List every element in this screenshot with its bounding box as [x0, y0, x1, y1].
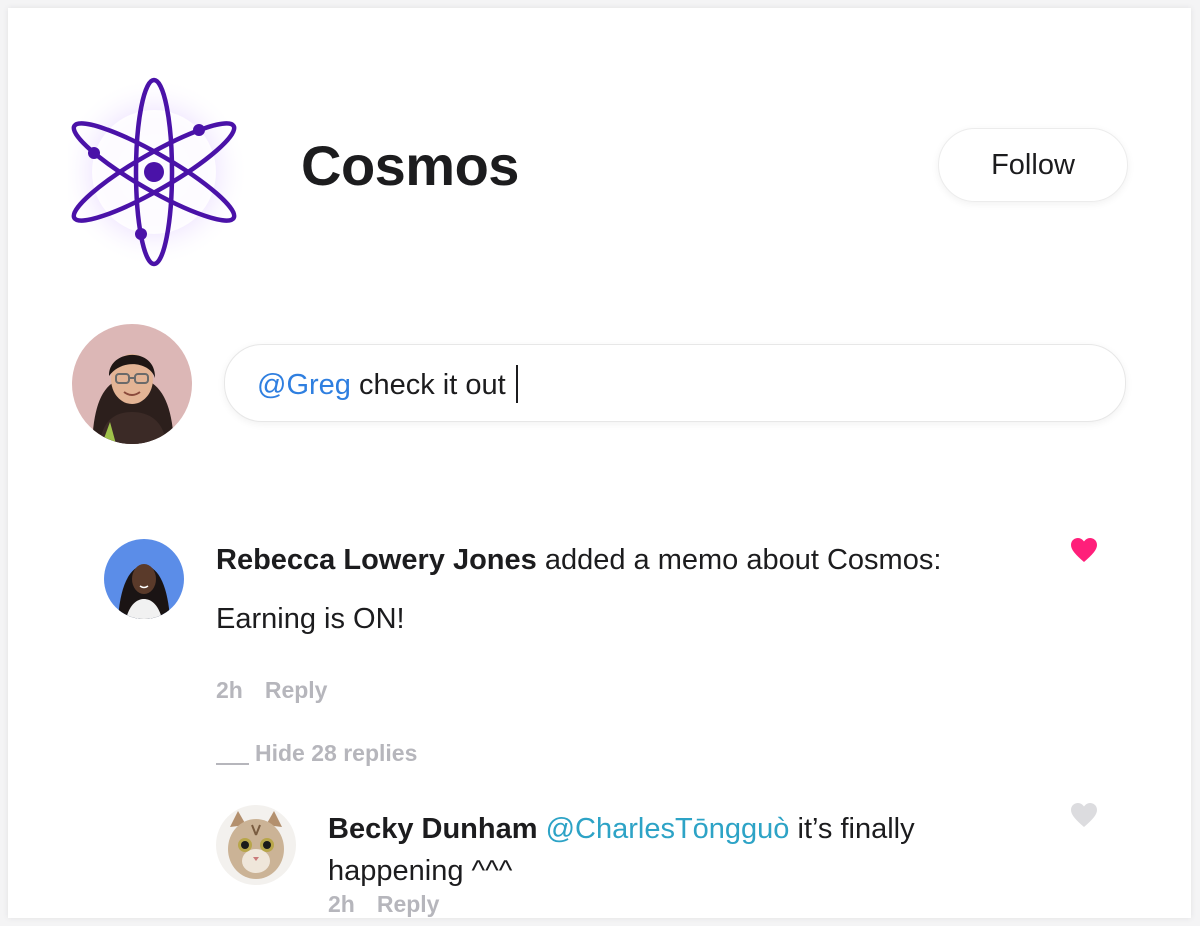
comment-input-text[interactable]: @Greg check it out: [257, 365, 518, 403]
comment-author-name[interactable]: Rebecca Lowery Jones: [216, 544, 537, 576]
heart-icon[interactable]: [1070, 802, 1098, 828]
comment-time: 2h: [216, 677, 243, 703]
reply-time: 2h: [328, 891, 355, 917]
comment-draft-text: check it out: [350, 369, 506, 401]
comment-meta: 2h Reply: [216, 677, 349, 704]
follow-button[interactable]: Follow: [938, 128, 1128, 202]
heart-icon[interactable]: [1070, 537, 1098, 563]
reply-author-name[interactable]: Becky Dunham: [328, 813, 538, 845]
post-card: Cosmos Follow @Greg check it out Rebecca…: [8, 8, 1191, 918]
reply-text: Becky Dunham @CharlesTōngguò it’s finall…: [328, 808, 1028, 892]
page-title: Cosmos: [301, 134, 519, 197]
comment-body: Earning is ON!: [216, 603, 405, 635]
reply-text-line2: happening ^^^: [328, 855, 513, 887]
comment-author-avatar[interactable]: [104, 539, 184, 619]
current-user-avatar: [72, 324, 192, 444]
reply-author-avatar[interactable]: [216, 805, 296, 885]
atom-icon: [59, 72, 258, 272]
reply-meta: 2h Reply: [328, 891, 461, 918]
text-caret: [515, 365, 518, 403]
hide-replies-label: Hide 28 replies: [255, 740, 418, 766]
hide-replies-toggle[interactable]: Hide 28 replies: [216, 740, 417, 767]
comment-input[interactable]: @Greg check it out: [224, 344, 1126, 422]
comment-header: Rebecca Lowery Jones added a memo about …: [216, 544, 941, 577]
reply-button[interactable]: Reply: [265, 677, 328, 703]
divider-line: [216, 763, 249, 765]
reply-button[interactable]: Reply: [377, 891, 440, 917]
comment-action: added a memo about Cosmos:: [536, 544, 942, 576]
mention-tag[interactable]: @Greg: [257, 369, 351, 401]
reply-mention[interactable]: @CharlesTōngguò: [546, 813, 790, 845]
reply-text-line1: it’s finally: [789, 813, 915, 845]
